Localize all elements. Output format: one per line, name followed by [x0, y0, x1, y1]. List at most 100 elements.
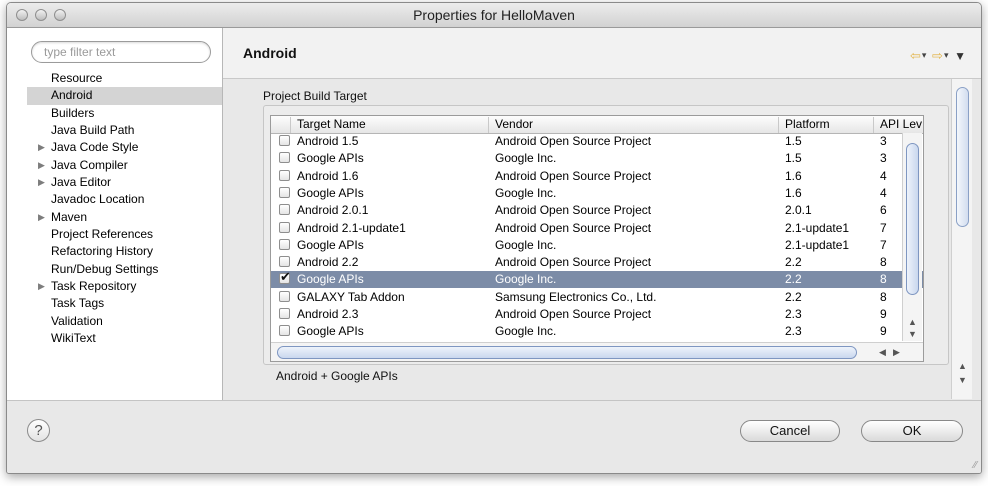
target-checkbox[interactable]	[279, 152, 290, 164]
chevron-down-icon[interactable]: ▾	[922, 50, 928, 60]
ok-button[interactable]: OK	[861, 420, 963, 442]
expand-arrow-icon[interactable]: ▶	[38, 157, 45, 174]
scroll-up-icon[interactable]: ▲	[958, 361, 967, 371]
cell-platform: 2.1-update1	[785, 237, 850, 252]
expand-arrow-icon[interactable]: ▶	[38, 139, 45, 156]
cell-name: GALAXY Tab Addon	[297, 289, 405, 304]
table-row[interactable]: Android 2.0.1 Android Open Source Project…	[271, 202, 923, 219]
sidebar-item-wikitext[interactable]: WikiText	[27, 330, 222, 347]
table-horizontal-scroll-thumb[interactable]	[277, 346, 857, 359]
target-checkbox[interactable]	[279, 221, 290, 233]
column-header-api-level[interactable]: API Lev	[874, 117, 923, 133]
sidebar-item-java-editor[interactable]: ▶ Java Editor	[27, 174, 222, 191]
chevron-down-icon[interactable]: ▾	[944, 50, 950, 60]
table-row[interactable]: Android 1.6 Android Open Source Project 1.…	[271, 168, 923, 185]
table-row[interactable]: Android 2.3 Android Open Source Project 2.…	[271, 306, 923, 323]
expand-arrow-icon[interactable]: ▶	[38, 209, 45, 226]
sidebar-item-label: Run/Debug Settings	[51, 261, 159, 276]
table-row[interactable]: Google APIs Google Inc. 1.5 3	[271, 150, 923, 167]
cell-platform: 1.6	[785, 185, 802, 200]
sidebar-item-refactoring-history[interactable]: Refactoring History	[27, 243, 222, 260]
view-menu-icon[interactable]: ▼	[954, 49, 967, 63]
sidebar-item-label: WikiText	[51, 331, 96, 346]
table-row[interactable]: GALAXY Tab Addon Samsung Electronics Co.,…	[271, 289, 923, 306]
table-row[interactable]: Google APIs Google Inc. 2.3 9	[271, 323, 923, 340]
resize-grip-icon[interactable]: ⁄⁄	[974, 460, 977, 471]
table-row[interactable]: Google APIs Google Inc. 1.6 4	[271, 185, 923, 202]
scroll-down-icon[interactable]: ▼	[958, 375, 967, 385]
target-checkbox[interactable]	[279, 238, 290, 250]
sidebar-item-javadoc-location[interactable]: Javadoc Location	[27, 191, 222, 208]
table-row[interactable]: Android 1.5 Android Open Source Project 1.…	[271, 133, 923, 150]
scroll-up-icon[interactable]: ▲	[908, 317, 917, 327]
sidebar-item-validation[interactable]: Validation	[27, 313, 222, 330]
table-vertical-scrollbar[interactable]: ▲ ▼	[902, 133, 922, 341]
target-checkbox[interactable]	[279, 169, 290, 181]
table-horizontal-scrollbar[interactable]: ◀ ▶	[271, 342, 923, 361]
table-row[interactable]: Android 2.2 Android Open Source Project 2.…	[271, 254, 923, 271]
sidebar-item-task-repository[interactable]: ▶ Task Repository	[27, 278, 222, 295]
expand-arrow-icon[interactable]: ▶	[38, 278, 45, 295]
page-title: Android	[243, 45, 297, 61]
table-row[interactable]: ✔ Google APIs Google Inc. 2.2 8	[271, 269, 923, 289]
target-checkbox[interactable]: ✔	[279, 269, 291, 285]
sidebar-item-java-code-style[interactable]: ▶ Java Code Style	[27, 139, 222, 156]
target-checkbox[interactable]	[279, 256, 290, 268]
page-vertical-scroll-thumb[interactable]	[956, 87, 969, 227]
cell-platform: 2.2	[785, 272, 802, 287]
sidebar-item-android[interactable]: Android	[27, 87, 222, 105]
cell-name: Google APIs	[297, 185, 364, 200]
sidebar-item-task-tags[interactable]: Task Tags	[27, 295, 222, 312]
checkbox-column-header	[271, 117, 291, 133]
sidebar-item-builders[interactable]: Builders	[27, 105, 222, 122]
scroll-left-icon[interactable]: ◀	[879, 347, 886, 358]
title-bar: Properties for HelloMaven	[7, 3, 981, 28]
sidebar-item-run-debug-settings[interactable]: Run/Debug Settings	[27, 261, 222, 278]
sidebar-item-java-compiler[interactable]: ▶ Java Compiler	[27, 157, 222, 174]
cell-platform: 2.3	[785, 324, 802, 339]
page-header: Android ⇦▾ ⇨▾ ▼	[223, 28, 981, 79]
cell-name: Google APIs	[297, 151, 364, 166]
cell-api: 9	[880, 324, 887, 339]
column-header-vendor[interactable]: Vendor	[489, 117, 779, 133]
cell-api: 4	[880, 185, 887, 200]
cell-platform: 2.2	[785, 289, 802, 304]
sidebar-item-project-references[interactable]: Project References	[27, 226, 222, 243]
table-row[interactable]: Android 2.1-update1 Android Open Source P…	[271, 220, 923, 237]
sidebar-item-label: Java Build Path	[51, 123, 135, 138]
column-header-target-name[interactable]: Target Name	[291, 117, 489, 133]
cell-vendor: Android Open Source Project	[495, 307, 652, 321]
cell-api: 7	[880, 237, 887, 252]
scroll-down-icon[interactable]: ▼	[908, 329, 917, 339]
table-vertical-scroll-thumb[interactable]	[906, 143, 919, 295]
back-arrow-icon[interactable]: ⇦	[910, 48, 922, 63]
cell-api: 6	[880, 203, 887, 218]
table-row[interactable]: Google APIs Google Inc. 2.1-update1 7	[271, 237, 923, 254]
cancel-button[interactable]: Cancel	[740, 420, 840, 442]
target-checkbox[interactable]	[279, 308, 290, 319]
sidebar-item-label: Java Code Style	[51, 140, 139, 155]
sidebar-item-maven[interactable]: ▶ Maven	[27, 209, 222, 226]
cell-name: Google APIs	[297, 237, 364, 252]
preference-tree: Resource Android Builders Java Build Path ▶ J…	[27, 70, 222, 348]
help-button[interactable]: ?	[27, 419, 50, 442]
filter-input[interactable]	[31, 41, 211, 63]
target-checkbox[interactable]	[279, 204, 290, 216]
target-checkbox[interactable]	[279, 135, 290, 146]
cell-name: Google APIs	[297, 324, 364, 339]
target-checkbox[interactable]	[279, 325, 290, 337]
column-header-platform[interactable]: Platform	[779, 117, 874, 133]
scroll-right-icon[interactable]: ▶	[893, 347, 900, 358]
sidebar-item-resource[interactable]: Resource	[27, 70, 222, 87]
page-vertical-scrollbar[interactable]: ▲ ▼	[951, 79, 972, 399]
forward-arrow-icon[interactable]: ⇨	[932, 48, 944, 63]
sidebar-item-label: Task Repository	[51, 279, 137, 294]
cell-vendor: Google Inc.	[495, 237, 557, 252]
target-checkbox[interactable]	[279, 186, 290, 198]
sidebar-item-java-build-path[interactable]: Java Build Path	[27, 122, 222, 139]
expand-arrow-icon[interactable]: ▶	[38, 174, 45, 191]
cell-vendor: Google Inc.	[495, 151, 557, 166]
cell-vendor: Google Inc.	[495, 324, 557, 339]
dialog-footer: ? Cancel OK ⁄⁄	[7, 400, 981, 473]
target-checkbox[interactable]	[279, 290, 290, 302]
